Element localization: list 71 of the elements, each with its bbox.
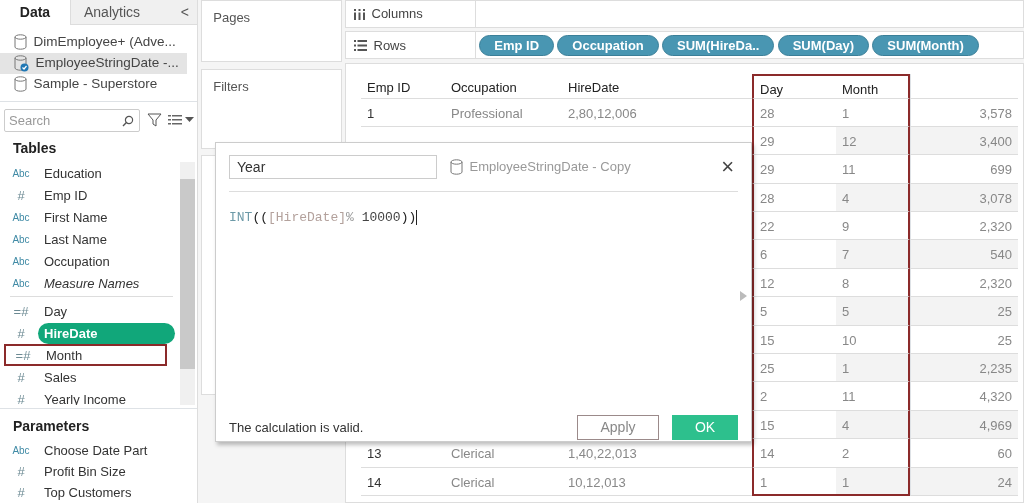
database-check-icon (14, 54, 29, 72)
card-title: Filters (213, 78, 249, 94)
shelf-label: Rows (373, 36, 406, 55)
column-header: HireDate (562, 73, 752, 99)
panel-tab[interactable]: Analytics (70, 0, 173, 25)
table-cell: 5 (836, 297, 910, 326)
table-cell: 3,578 (910, 98, 1018, 127)
table-cell: 1 (836, 467, 910, 496)
table-cell: 60 (910, 439, 1018, 468)
table-cell: 4 (836, 410, 910, 440)
table-cell: 28 (752, 98, 836, 127)
column-header: Day (752, 73, 836, 99)
table-cell: 12 (836, 126, 910, 156)
scrollbar[interactable] (180, 162, 195, 405)
apply-button[interactable]: Apply (577, 415, 659, 440)
table-cell: Professional (445, 98, 562, 127)
name-field[interactable]: Year (229, 155, 437, 179)
data-source-item[interactable]: EmployeeStringDate -... (0, 52, 187, 74)
table-cell: 3,078 (910, 183, 1018, 213)
table-cell: 1 (361, 98, 445, 127)
table-cell: 4,320 (910, 382, 1018, 411)
database-icon (14, 34, 27, 50)
field-item[interactable]: Abc Education (4, 162, 175, 185)
section-heading: Parameters (0, 408, 197, 437)
table-cell: 10,12,013 (562, 467, 752, 496)
view-options-icon[interactable] (168, 114, 195, 126)
field-item[interactable]: Abc Measure Names (4, 272, 175, 295)
card-title: Pages (213, 10, 251, 25)
table-cell: 699 (910, 155, 1018, 184)
table-cell: 4 (836, 183, 910, 213)
data-source-item[interactable]: Sample - Superstore (0, 73, 187, 95)
field-item[interactable]: =# Day (4, 300, 175, 323)
field-item[interactable]: Abc Occupation (4, 250, 175, 273)
collapse-button[interactable]: < (172, 0, 197, 25)
table-cell: 4,969 (910, 410, 1018, 440)
field-item[interactable]: Abc First Name (4, 206, 175, 229)
table-cell: 540 (910, 240, 1018, 269)
table-cell: 24 (910, 467, 1018, 496)
database-icon (14, 76, 27, 92)
data-source-item[interactable]: DimEmployee+ (Adve... (0, 31, 187, 53)
field-item[interactable]: Abc Last Name (4, 228, 175, 251)
table-cell: 2,235 (910, 354, 1018, 383)
column-header: Emp ID (361, 73, 445, 99)
search-icon (122, 114, 134, 127)
rows-icon (354, 39, 367, 51)
table-cell: 7 (836, 240, 910, 269)
close-button[interactable]: × (717, 156, 738, 178)
table-cell: 1 (836, 354, 910, 383)
filter-icon[interactable] (146, 113, 162, 127)
data-source-name: EmployeeStringDate - Copy (469, 158, 632, 177)
parameter-item[interactable]: # Top Customers (4, 482, 175, 503)
section-heading: Tables (12, 139, 58, 158)
formula-text: INT(([HireDate]% 10000)) (229, 210, 417, 225)
parameter-item[interactable]: Abc Choose Date Part (4, 440, 175, 461)
table-cell: 25 (910, 297, 1018, 326)
field-item[interactable]: # Sales (4, 366, 175, 389)
column-header: Occupation (445, 73, 562, 99)
search-field[interactable]: Search (4, 108, 140, 132)
field-item[interactable]: =# Month (4, 344, 167, 367)
table-cell: 2,80,12,006 (562, 98, 752, 127)
field-item[interactable]: # Emp ID (4, 184, 175, 207)
table-cell: Clerical (445, 467, 562, 496)
table-cell: 3,400 (910, 126, 1018, 156)
parameter-item[interactable]: # Profit Bin Size (4, 461, 175, 482)
column-header: Month (836, 73, 910, 99)
database-icon (450, 159, 463, 175)
table-cell: 14 (361, 467, 445, 496)
table-cell: 14 (752, 439, 836, 468)
validation-message: The calculation is valid. (229, 418, 365, 437)
shelf-label: Columns (371, 5, 423, 24)
columns-icon (354, 8, 365, 20)
